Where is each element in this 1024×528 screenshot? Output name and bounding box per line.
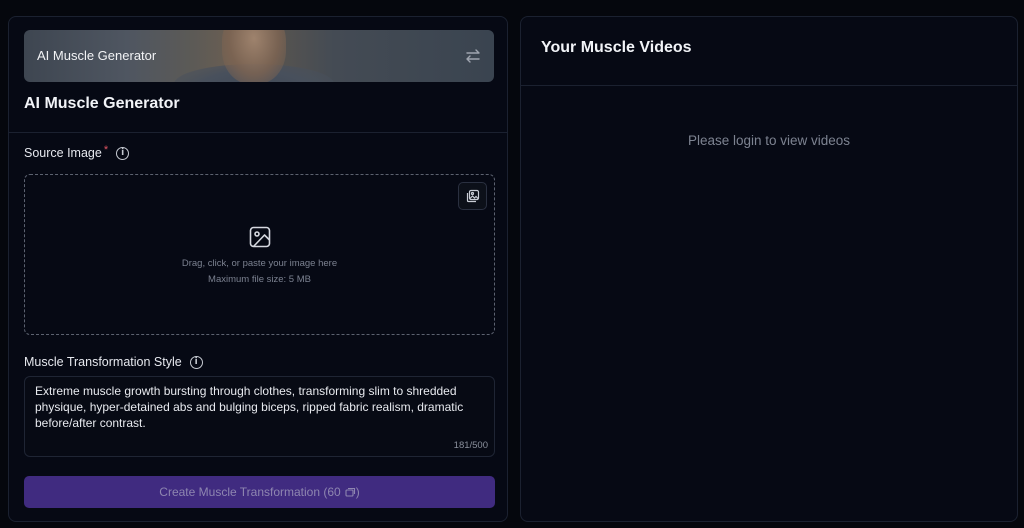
- dropzone-size-limit: Maximum file size: 5 MB: [208, 274, 311, 285]
- source-image-label: Source Image * i: [24, 144, 130, 160]
- image-icon: [249, 226, 271, 248]
- banner-label: AI Muscle Generator: [37, 48, 157, 63]
- style-prompt-textarea[interactable]: Extreme muscle growth bursting through c…: [24, 376, 495, 457]
- style-prompt-text[interactable]: Extreme muscle growth bursting through c…: [35, 383, 484, 431]
- videos-title: Your Muscle Videos: [541, 39, 692, 56]
- gallery-icon: [466, 189, 479, 203]
- style-label: Muscle Transformation Style i: [24, 355, 203, 369]
- banner-face: [222, 30, 286, 82]
- generator-banner[interactable]: AI Muscle Generator: [24, 30, 494, 82]
- swap-icon[interactable]: [464, 47, 482, 65]
- title-divider: [9, 132, 507, 133]
- page-title: AI Muscle Generator: [24, 95, 180, 112]
- source-image-label-text: Source Image: [24, 146, 102, 160]
- videos-panel: Your Muscle Videos Please login to view …: [520, 16, 1018, 522]
- credits-icon: [345, 487, 355, 497]
- login-prompt: Please login to view videos: [687, 133, 851, 148]
- create-transformation-button[interactable]: Create Muscle Transformation (60 ): [24, 476, 495, 508]
- gallery-button[interactable]: [458, 182, 487, 210]
- generator-panel: AI Muscle Generator AI Muscle Generator …: [8, 16, 508, 522]
- videos-divider: [521, 85, 1017, 86]
- style-label-text: Muscle Transformation Style: [24, 355, 182, 369]
- char-count: 181/500: [453, 440, 488, 451]
- page: AI Muscle Generator AI Muscle Generator …: [0, 0, 1024, 528]
- image-dropzone[interactable]: Drag, click, or paste your image here Ma…: [24, 174, 495, 335]
- info-icon[interactable]: i: [116, 146, 130, 160]
- required-marker: *: [103, 144, 109, 156]
- dropzone-instructions: Drag, click, or paste your image here: [181, 258, 338, 269]
- create-button-close-paren: ): [355, 485, 360, 499]
- info-icon[interactable]: i: [189, 355, 203, 369]
- create-button-label: Create Muscle Transformation (60: [159, 485, 341, 499]
